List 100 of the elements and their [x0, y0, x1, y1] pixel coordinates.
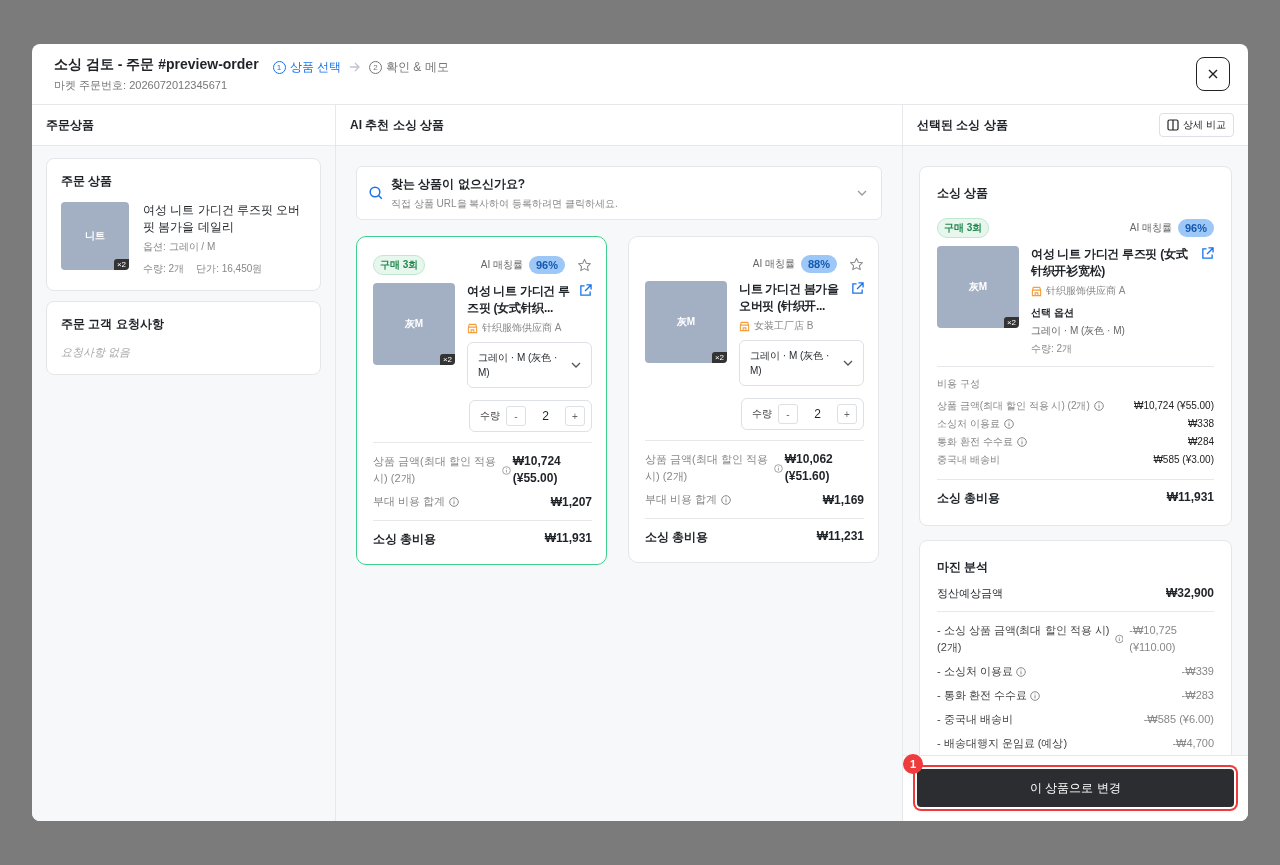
card-title: 소싱 상품 [937, 185, 990, 202]
total-value: ₩11,931 [544, 531, 592, 547]
compare-button[interactable]: 상세 비교 [1159, 113, 1234, 137]
price-label: 상품 금액(최대 할인 적용 시) (2개) [645, 452, 769, 484]
card-title: 주문 고객 요청사항 [61, 316, 165, 333]
info-icon [1003, 419, 1014, 429]
option-title: 선택 옵션 [1031, 306, 1075, 320]
deduction-label: - 통화 환전 수수료 [937, 688, 1027, 703]
prompt-title: 찾는 상품이 없으신가요? [391, 175, 526, 193]
close-icon[interactable] [1208, 69, 1218, 79]
chevron-icon[interactable] [571, 362, 581, 368]
card-title: 주문 상품 [61, 173, 114, 190]
unit-price: 단가: 16,450원 [196, 262, 263, 276]
info-icon [721, 494, 732, 505]
match-badge: 96% [1177, 219, 1214, 237]
card-title: 마진 분석 [937, 559, 990, 576]
external-link-icon[interactable] [579, 284, 592, 297]
quantity-value: 2 [541, 409, 550, 423]
extra-cost-value: ₩1,207 [550, 494, 592, 509]
price-value: ₩10,724 (¥55.00) [512, 453, 562, 487]
quantity-label: 수량 [480, 409, 500, 423]
deduction-label: - 배송대행지 운임료 (예상) [937, 736, 1068, 751]
info-icon [1093, 401, 1104, 411]
quantity-badge: ×2 [439, 354, 455, 365]
candidate-card[interactable]: AI 매칭률 88% 灰M ×2 니트 가디건 봄가을 오버핏 (针织开... 女装工厂店 B 그레이 · M (灰色 · M) 수량 - 2 + 상품 금액(최대 할인 적용 시) (2개) ₩10,062 (¥51.60) 부대 비용 합계 ₩1,169 소싱 총비용 ₩11,231 [628, 236, 879, 563]
columns-icon[interactable] [1167, 119, 1180, 131]
order-number: 마켓 주문번호: 2026072012345671 [54, 77, 229, 93]
quantity-label: 수량 [752, 407, 772, 421]
quantity-value: 2 [813, 407, 822, 421]
increase-button[interactable]: + [565, 406, 585, 426]
quantity-text: 수량: 2개 [1031, 342, 1074, 356]
match-label: AI 매칭률 [480, 258, 523, 272]
quantity-badge: ×2 [113, 259, 129, 270]
decrease-button[interactable]: - [778, 404, 798, 424]
cost-value: ₩10,724 (¥55.00) [1133, 399, 1214, 413]
info-icon [1114, 634, 1124, 644]
supplier-name: 针织服饰供应商 A [482, 321, 562, 335]
external-link-icon[interactable] [1201, 247, 1214, 260]
column-title: 선택된 소싱 상품 [917, 116, 1008, 134]
price-label: 상품 금액(최대 할인 적용 시) (2개) [373, 454, 497, 486]
total-value: ₩11,231 [816, 529, 864, 545]
chevron-icon [857, 190, 867, 196]
candidate-card[interactable]: 구매 3회 AI 매칭률 96% 灰M ×2 여성 니트 가디건 루즈핏 (女式针织... 针织服饰供应商 A 그레이 · M (灰色 · M) 수량 - 2 + 상품 금액(최대 할인 적용 시) (2개) ₩10,724 (¥55.00) 부대 비용 합계 ₩1,207 소싱 총비용 ₩11,931 [356, 236, 607, 565]
deduction-label: - 중국내 배송비 [937, 712, 1013, 727]
dialog-title: 소싱 검토 - 주문 #preview-order [54, 55, 259, 74]
empty-message: 요청사항 없음 [61, 345, 132, 360]
product-thumbnail: 灰M ×2 [373, 283, 455, 365]
settlement-value: ₩32,900 [1165, 586, 1214, 601]
chevron-icon[interactable] [843, 360, 853, 366]
match-badge: 96% [528, 256, 565, 274]
total-label: 소싱 총비용 [645, 529, 709, 546]
total-value: ₩11,931 [1166, 490, 1214, 506]
cost-value: ₩284 [1187, 435, 1214, 449]
cost-label: 소싱처 이용료 [937, 417, 1000, 431]
product-name: 여성 니트 가디건 루즈핏 (女式针织... [467, 283, 571, 317]
increase-button[interactable]: + [837, 404, 857, 424]
match-label: AI 매칭률 [1129, 221, 1172, 235]
extra-cost-label: 부대 비용 합계 [373, 494, 446, 509]
product-thumbnail: 灰M ×2 [645, 281, 727, 363]
option-dropdown[interactable]: 그레이 · M (灰色 · M) [739, 340, 864, 386]
star-icon[interactable] [849, 256, 864, 272]
deduction-value: -₩585 (¥6.00) [1143, 712, 1214, 727]
extra-cost-label: 부대 비용 합계 [645, 492, 718, 507]
decrease-button[interactable]: - [506, 406, 526, 426]
cost-label: 상품 금액(최대 할인 적용 시) (2개) [937, 399, 1090, 413]
star-icon[interactable] [577, 257, 592, 273]
settlement-label: 정산예상금액 [937, 586, 1003, 601]
info-icon [1029, 690, 1040, 701]
annotation-marker: 1 [903, 754, 923, 774]
step-tab[interactable]: 1 상품 선택 [272, 58, 341, 76]
product-name: 니트 가디건 봄가을 오버핏 (针织开... [739, 281, 840, 315]
close-button[interactable] [1196, 57, 1230, 91]
prompt-hint: 직접 상품 URL을 복사하여 등록하려면 클릭하세요. [391, 196, 619, 211]
product-name: 여성 니트 가디건 루즈핏 (女式针织开衫宽松) [1031, 246, 1189, 280]
option-dropdown[interactable]: 그레이 · M (灰色 · M) [467, 342, 592, 388]
info-icon [1015, 666, 1026, 677]
total-label: 소싱 총비용 [373, 531, 437, 548]
url-search-prompt[interactable]: 찾는 상품이 없으신가요? 직접 상품 URL을 복사하여 등록하려면 클릭하세요. [356, 166, 882, 220]
arrow-icon [348, 62, 361, 72]
external-link-icon[interactable] [851, 282, 864, 295]
match-label: AI 매칭률 [752, 257, 795, 271]
deduction-label: - 소싱 상품 금액(최대 할인 적용 시) (2개) [937, 623, 1111, 655]
cost-value: ₩585 (¥3.00) [1153, 453, 1214, 467]
product-name: 여성 니트 가디건 루즈핏 오버핏 봄가을 데일리 [143, 202, 302, 236]
price-value: ₩10,062 (¥51.60) [784, 451, 834, 485]
supplier-name: 针织服饰供应商 A [1046, 284, 1126, 298]
cost-value: ₩338 [1187, 417, 1214, 431]
step-tab[interactable]: 2 확인 & 메모 [368, 58, 449, 76]
column-title: 주문상품 [46, 116, 94, 134]
search-icon [369, 186, 383, 200]
section-title: 비용 구성 [937, 377, 981, 391]
info-icon [1016, 437, 1027, 447]
store-icon [1031, 285, 1042, 297]
cost-label: 중국내 배송비 [937, 453, 1000, 467]
product-thumbnail: 니트 ×2 [61, 202, 129, 270]
store-icon [739, 320, 750, 332]
purchase-badge: 구매 3회 [937, 218, 990, 238]
total-label: 소싱 총비용 [937, 490, 1001, 507]
column-title: AI 추천 소싱 상품 [350, 116, 444, 134]
info-icon [501, 465, 511, 475]
